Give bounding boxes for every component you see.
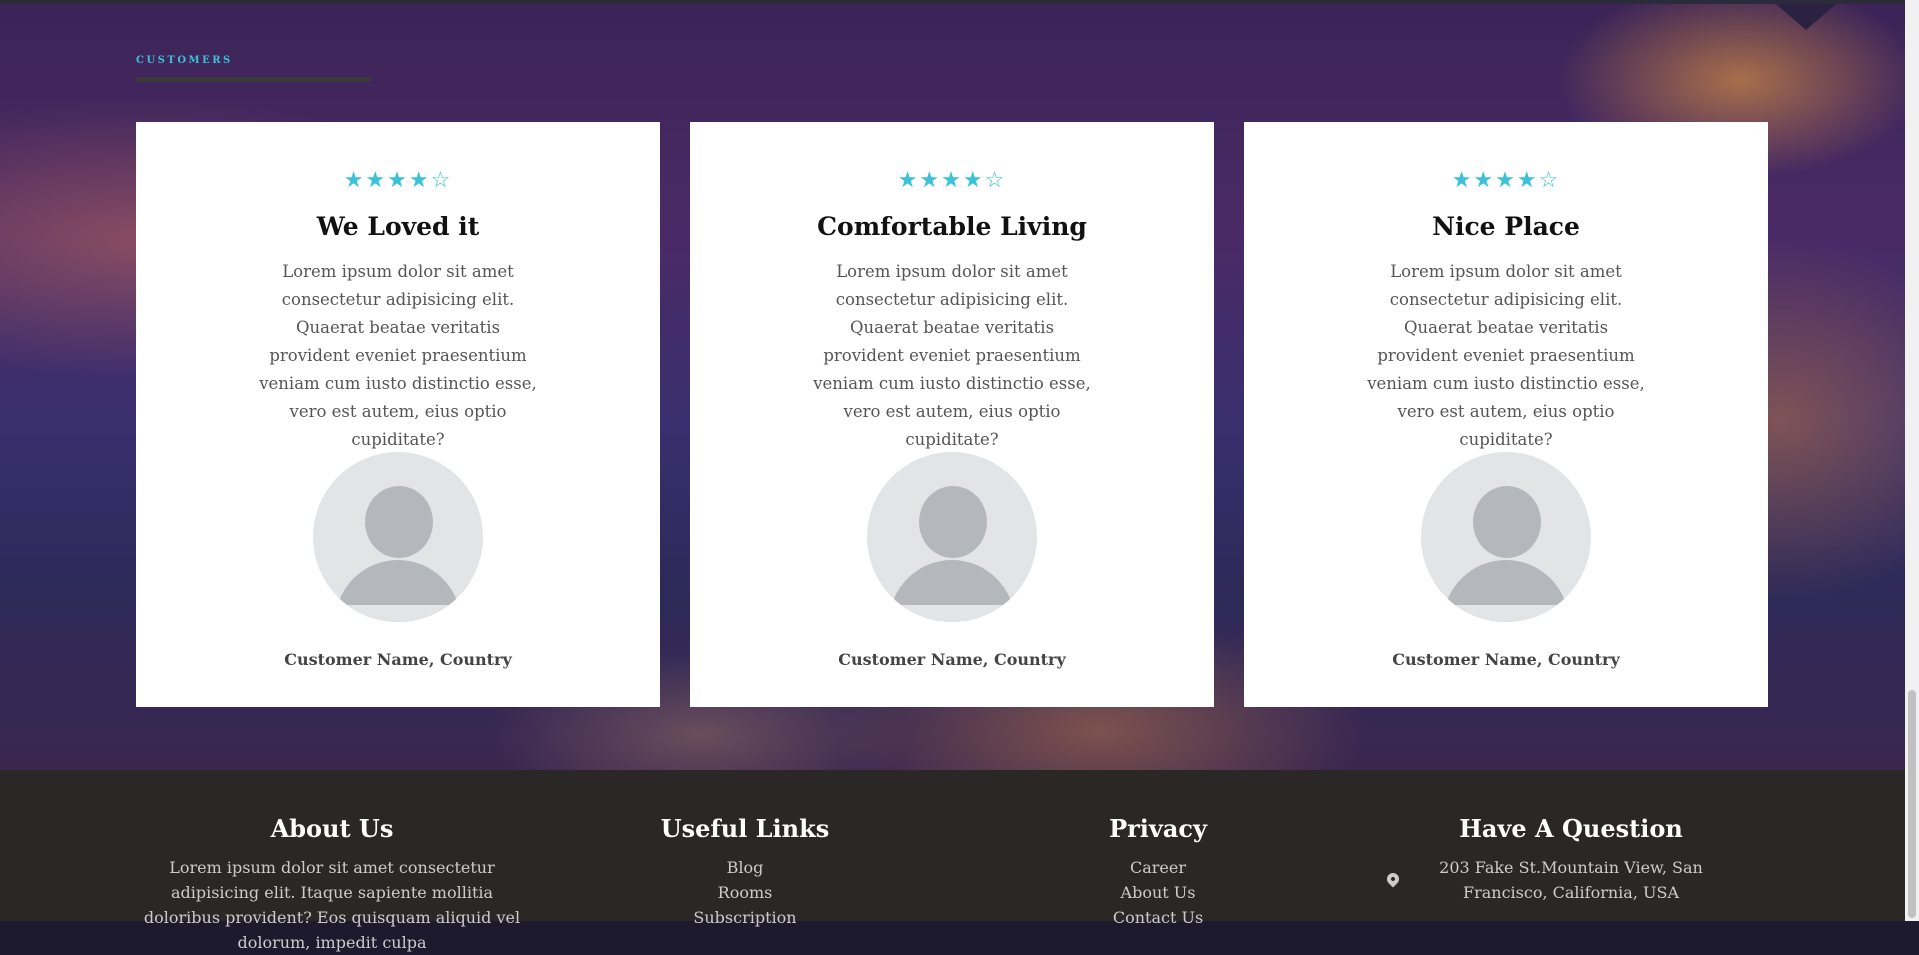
footer-about-text: Lorem ipsum dolor sit amet consectetur a… — [143, 858, 521, 952]
customer-name: Customer Name, Country — [838, 650, 1066, 669]
testimonial-text: Lorem ipsum dolor sit amet consectetur a… — [259, 262, 537, 449]
testimonial-card: ★★★★☆ We Loved it Lorem ipsum dolor sit … — [136, 122, 660, 707]
customer-name: Customer Name, Country — [284, 650, 512, 669]
top-bar — [0, 0, 1905, 4]
star-rating-icon: ★★★★☆ — [1451, 168, 1561, 193]
footer-link-career[interactable]: Career — [1058, 855, 1258, 880]
footer-link-blog[interactable]: Blog — [645, 855, 845, 880]
testimonial-title: Nice Place — [1432, 212, 1580, 241]
footer-privacy-title: Privacy — [1109, 814, 1207, 843]
corner-decoration — [1776, 4, 1836, 30]
star-rating-icon: ★★★★☆ — [343, 168, 453, 193]
testimonial-title: We Loved it — [316, 212, 480, 241]
avatar-head — [919, 486, 987, 558]
footer-link-subscription[interactable]: Subscription — [645, 905, 845, 930]
footer-address: 203 Fake St.Mountain View, San Francisco… — [1439, 858, 1703, 902]
section-divider — [136, 77, 371, 82]
avatar-head — [365, 486, 433, 558]
footer-about-title: About Us — [270, 814, 394, 843]
testimonial-text: Lorem ipsum dolor sit amet consectetur a… — [813, 262, 1091, 449]
testimonial-title: Comfortable Living — [817, 212, 1087, 241]
testimonial-text: Lorem ipsum dolor sit amet consectetur a… — [1367, 262, 1645, 449]
footer: About Us Lorem ipsum dolor sit amet cons… — [0, 770, 1905, 952]
testimonial-card: ★★★★☆ Nice Place Lorem ipsum dolor sit a… — [1244, 122, 1768, 707]
scrollbar-thumb[interactable] — [1908, 690, 1916, 918]
customer-name: Customer Name, Country — [1392, 650, 1620, 669]
avatar — [313, 452, 483, 622]
testimonial-card: ★★★★☆ Comfortable Living Lorem ipsum dol… — [690, 122, 1214, 707]
star-rating-icon: ★★★★☆ — [897, 168, 1007, 193]
avatar-head — [1473, 486, 1541, 558]
footer-link-contact-us[interactable]: Contact Us — [1058, 905, 1258, 930]
footer-useful-links-title: Useful Links — [660, 814, 830, 843]
footer-link-rooms[interactable]: Rooms — [645, 880, 845, 905]
footer-link-about-us[interactable]: About Us — [1058, 880, 1258, 905]
avatar — [1421, 452, 1591, 622]
section-label: CUSTOMERS — [136, 55, 233, 66]
footer-question-title: Have A Question — [1459, 814, 1683, 843]
avatar — [867, 452, 1037, 622]
